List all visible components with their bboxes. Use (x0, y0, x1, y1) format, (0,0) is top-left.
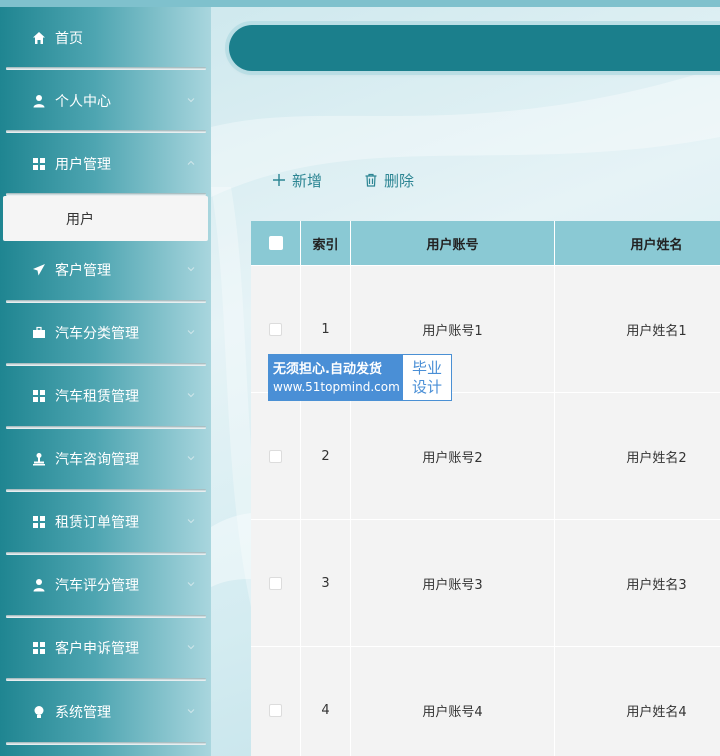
sidebar-item-rental-orders[interactable]: 租赁订单管理 (0, 492, 211, 552)
chevron-down-icon (187, 456, 195, 461)
delete-button[interactable]: 删除 (364, 168, 414, 192)
grid-icon (32, 515, 46, 529)
watermark-slogan: 无须担心.自动发货 (273, 361, 382, 377)
user-icon (32, 94, 46, 108)
watermark-badge: 无须担心.自动发货 www.51topmind.com 毕业 设计 (268, 354, 452, 401)
add-button-label: 新增 (292, 171, 323, 190)
submenu-item-user[interactable]: 用户 (3, 196, 208, 241)
sidebar-divider (6, 130, 206, 133)
header-account: 用户账号 (351, 221, 555, 265)
sidebar-item-customer-management[interactable]: 客户管理 (0, 240, 211, 300)
cell-index: 4 (301, 647, 351, 756)
watermark-right-top: 毕业 (411, 358, 442, 377)
sidebar-item-label: 汽车租赁管理 (55, 389, 139, 405)
cell-index: 2 (301, 393, 351, 520)
cell-name: 用户姓名4 (555, 647, 720, 756)
grid-icon (32, 389, 46, 403)
table-row[interactable]: 3 用户账号3 用户姓名3 (251, 519, 720, 647)
watermark-url: www.51topmind.com (273, 379, 400, 394)
user-table: 索引 用户账号 用户姓名 1 用户账号1 用户姓名1 2 用户账号2 用户姓名2… (251, 221, 720, 756)
sidebar-item-label: 用户管理 (55, 157, 111, 173)
top-strip (0, 0, 720, 7)
chevron-down-icon (187, 98, 195, 103)
header-select-all[interactable] (251, 221, 301, 265)
sidebar-item-profile[interactable]: 个人中心 (0, 71, 211, 131)
chevron-up-icon (187, 160, 195, 165)
sidebar-item-car-category[interactable]: 汽车分类管理 (0, 303, 211, 363)
watermark-right-bottom: 设计 (411, 377, 442, 396)
chevron-down-icon (187, 645, 195, 650)
sidebar-item-label: 汽车评分管理 (55, 578, 139, 594)
sidebar-item-label: 个人中心 (55, 94, 111, 110)
cell-name: 用户姓名1 (555, 266, 720, 393)
sidebar-item-label: 汽车咨询管理 (55, 452, 139, 468)
briefcase-icon (32, 326, 46, 340)
delete-button-label: 删除 (384, 171, 415, 190)
grid-icon (32, 641, 46, 655)
row-checkbox[interactable] (269, 323, 282, 336)
submenu-item-label: 用户 (66, 211, 94, 228)
trash-icon (364, 173, 378, 187)
sidebar-item-label: 客户申诉管理 (55, 641, 139, 657)
cell-account: 用户账号2 (351, 393, 555, 520)
sidebar-item-label: 租赁订单管理 (55, 515, 139, 531)
add-button[interactable]: 新增 (272, 168, 322, 192)
sidebar: 首页 个人中心 用户管理 用户 客户管理 汽车分类管理 汽车租赁管理 汽车咨询管… (0, 7, 211, 756)
header-index: 索引 (301, 221, 351, 265)
sidebar-item-car-rating[interactable]: 汽车评分管理 (0, 555, 211, 615)
sidebar-divider (6, 67, 206, 70)
sidebar-item-car-rental[interactable]: 汽车租赁管理 (0, 366, 211, 426)
cell-index: 3 (301, 520, 351, 647)
header-name: 用户姓名 (555, 221, 720, 265)
header-bar (229, 25, 720, 71)
cell-name: 用户姓名3 (555, 520, 720, 647)
sidebar-item-customer-complaints[interactable]: 客户申诉管理 (0, 618, 211, 678)
sidebar-divider (6, 742, 206, 745)
chevron-down-icon (187, 330, 195, 335)
chevron-down-icon (187, 267, 195, 272)
chevron-down-icon (187, 582, 195, 587)
sidebar-item-label: 汽车分类管理 (55, 326, 139, 342)
sidebar-item-label: 首页 (55, 31, 83, 47)
user-icon (32, 578, 46, 592)
sidebar-item-user-management[interactable]: 用户管理 (0, 134, 211, 194)
sidebar-item-system[interactable]: 系统管理 (0, 682, 211, 742)
chevron-down-icon (187, 709, 195, 714)
bulb-icon (32, 705, 46, 719)
table-row[interactable]: 4 用户账号4 用户姓名4 (251, 646, 720, 756)
sidebar-item-label: 客户管理 (55, 263, 111, 279)
sidebar-item-car-consult[interactable]: 汽车咨询管理 (0, 429, 211, 489)
send-icon (32, 263, 46, 277)
cell-account: 用户账号3 (351, 520, 555, 647)
cell-name: 用户姓名2 (555, 393, 720, 520)
cell-account: 用户账号4 (351, 647, 555, 756)
grid-icon (32, 157, 46, 171)
table-row[interactable]: 2 用户账号2 用户姓名2 (251, 392, 720, 520)
select-all-checkbox[interactable] (268, 236, 283, 250)
stamp-icon (32, 452, 46, 466)
chevron-down-icon (187, 519, 195, 524)
row-checkbox[interactable] (269, 577, 282, 590)
chevron-down-icon (187, 393, 195, 398)
plus-icon (272, 173, 286, 187)
row-checkbox[interactable] (269, 450, 282, 463)
sidebar-divider (6, 678, 206, 681)
sidebar-item-home[interactable]: 首页 (0, 8, 211, 68)
sidebar-item-label: 系统管理 (55, 705, 111, 721)
row-checkbox[interactable] (269, 704, 282, 717)
home-icon (32, 31, 46, 45)
